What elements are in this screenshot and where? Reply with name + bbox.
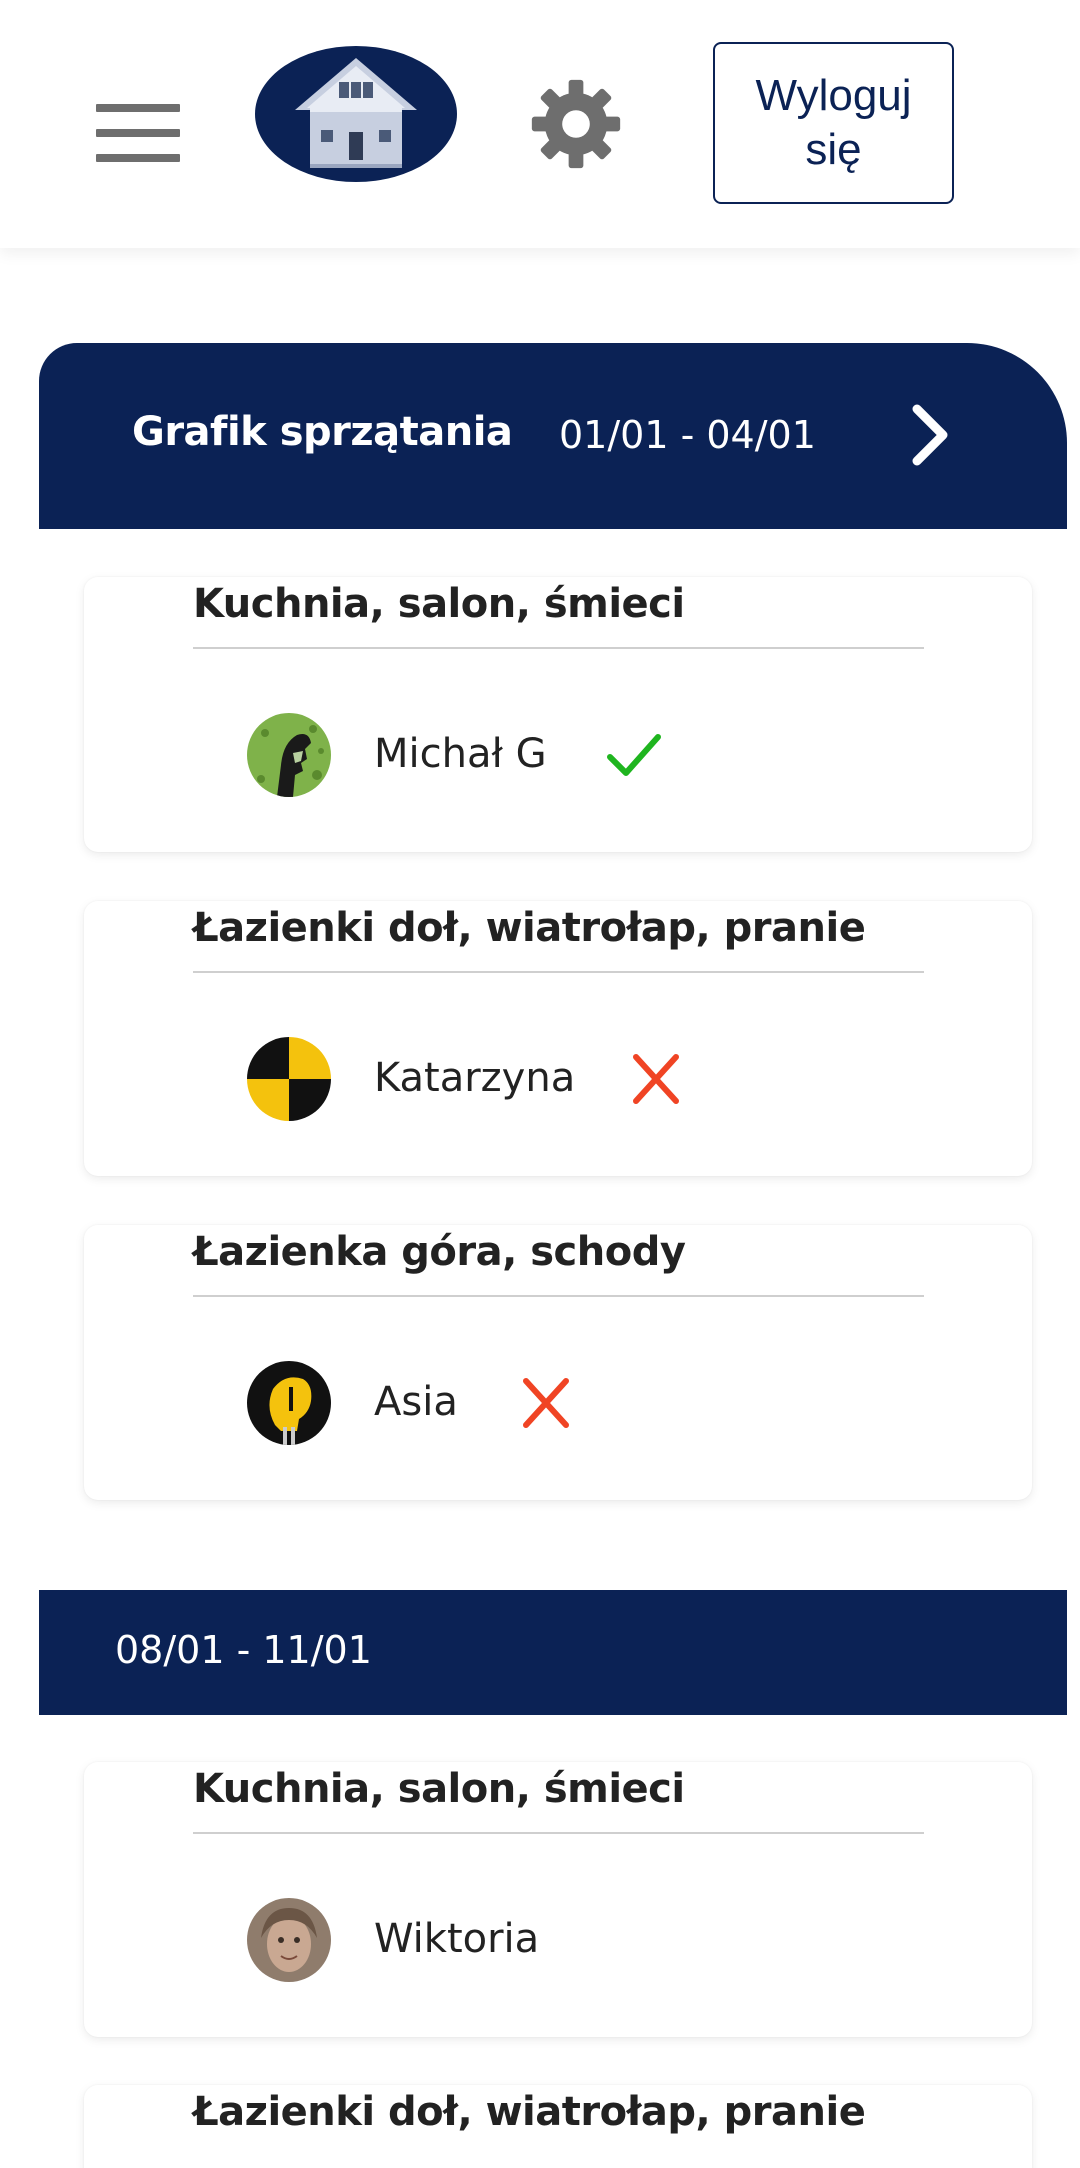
week-dates: 01/01 - 04/01	[559, 413, 816, 457]
task-title: Łazienki doł, wiatrołap, pranie	[193, 2089, 866, 2135]
avatar[interactable]	[247, 1898, 331, 1982]
divider	[193, 1832, 924, 1834]
cross-icon	[523, 1378, 569, 1428]
task-title: Kuchnia, salon, śmieci	[193, 1766, 685, 1812]
divider	[193, 647, 924, 649]
hamburger-menu-icon[interactable]	[96, 104, 180, 162]
assignee-name: Wiktoria	[374, 1916, 540, 1962]
check-icon	[607, 734, 661, 776]
schedule-title: Grafik sprzątania	[132, 409, 513, 455]
task-title: Łazienki doł, wiatrołap, pranie	[193, 905, 866, 951]
task-card: Łazienki doł, wiatrołap, pranie Katarzyn…	[84, 901, 1032, 1176]
week-dates: 08/01 - 11/01	[115, 1628, 372, 1672]
chevron-right-icon[interactable]	[901, 399, 961, 471]
house-logo[interactable]	[255, 46, 457, 182]
task-card: Łazienki doł, wiatrołap, pranie	[84, 2085, 1032, 2168]
gear-icon[interactable]	[530, 78, 622, 170]
avatar[interactable]	[247, 1361, 331, 1445]
assignee-name: Michał G	[374, 731, 547, 777]
assignee-name: Katarzyna	[374, 1055, 576, 1101]
avatar[interactable]	[247, 713, 331, 797]
task-card: Kuchnia, salon, śmieci Michał G	[84, 577, 1032, 852]
week-header: Grafik sprzątania 01/01 - 04/01	[39, 343, 1067, 529]
top-bar: Wyloguj się	[0, 0, 1080, 248]
task-title: Łazienka góra, schody	[193, 1229, 686, 1275]
task-card: Kuchnia, salon, śmieci Wiktoria	[84, 1762, 1032, 2037]
task-title: Kuchnia, salon, śmieci	[193, 581, 685, 627]
divider	[193, 971, 924, 973]
divider	[193, 1295, 924, 1297]
assignee-name: Asia	[374, 1379, 458, 1425]
week-header: 08/01 - 11/01	[39, 1590, 1067, 1715]
task-card: Łazienka góra, schody Asia	[84, 1225, 1032, 1500]
avatar[interactable]	[247, 1037, 331, 1121]
logout-button[interactable]: Wyloguj się	[713, 42, 954, 204]
cross-icon	[633, 1054, 679, 1104]
